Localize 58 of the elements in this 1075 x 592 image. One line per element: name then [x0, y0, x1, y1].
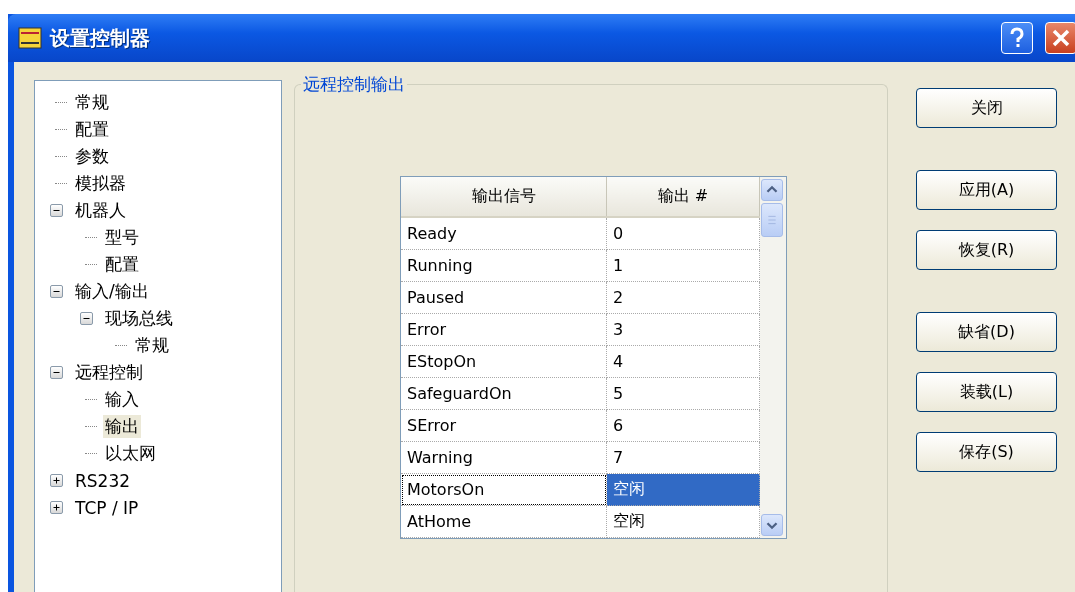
table-cell: SafeguardOn	[401, 377, 607, 410]
scroll-down-button[interactable]	[761, 514, 783, 536]
tree-item[interactable]: 参数	[73, 145, 111, 168]
table-cell: 空闲	[606, 505, 760, 538]
column-header[interactable]: 输出信号	[401, 177, 607, 217]
tree-item[interactable]: 配置	[103, 253, 141, 276]
tree-item[interactable]: 型号	[103, 226, 141, 249]
tree-item[interactable]: 以太网	[103, 442, 158, 465]
tree-item[interactable]: 输入/输出	[73, 280, 151, 303]
tree-item[interactable]: TCP / IP	[73, 497, 141, 518]
collapse-icon[interactable]	[50, 366, 63, 379]
tree-item[interactable]: 输入	[103, 388, 141, 411]
tree-item[interactable]: RS232	[73, 470, 133, 491]
table-cell: 5	[606, 377, 760, 410]
window-title: 设置控制器	[50, 24, 151, 52]
collapse-icon[interactable]	[50, 285, 63, 298]
table-cell: 0	[606, 217, 760, 250]
tree-item[interactable]: 配置	[73, 118, 111, 141]
table-cell: Ready	[401, 217, 607, 250]
table-cell: 7	[606, 441, 760, 474]
close-button[interactable]	[1045, 22, 1075, 54]
dialog-button[interactable]: 装载(L)	[916, 372, 1057, 412]
app-icon	[18, 27, 42, 49]
scroll-up-button[interactable]	[761, 179, 783, 201]
tree-item[interactable]: 机器人	[73, 199, 128, 222]
table-cell: 2	[606, 281, 760, 314]
table-cell: 3	[606, 313, 760, 346]
table-cell: Paused	[401, 281, 607, 314]
dialog-button[interactable]: 关闭	[916, 88, 1057, 128]
expand-icon[interactable]	[50, 501, 63, 514]
table-cell: 6	[606, 409, 760, 442]
table-cell: SError	[401, 409, 607, 442]
tree-item[interactable]: 远程控制	[73, 361, 145, 384]
collapse-icon[interactable]	[80, 312, 93, 325]
table-cell: Error	[401, 313, 607, 346]
column-header[interactable]: 输出 #	[606, 177, 760, 217]
tree-item[interactable]: 输出	[103, 415, 141, 438]
table-cell: AtHome	[401, 505, 607, 538]
group-title: 远程控制输出	[301, 73, 407, 96]
table-cell: EStopOn	[401, 345, 607, 378]
table-cell: 4	[606, 345, 760, 378]
dialog-button[interactable]: 缺省(D)	[916, 312, 1057, 352]
table-cell: Running	[401, 249, 607, 282]
dialog-button[interactable]: 恢复(R)	[916, 230, 1057, 270]
expand-icon[interactable]	[50, 474, 63, 487]
help-button[interactable]	[1001, 22, 1033, 54]
scrollbar-thumb[interactable]	[761, 203, 783, 237]
collapse-icon[interactable]	[50, 204, 63, 217]
table-cell: Warning	[401, 441, 607, 474]
tree-item[interactable]: 模拟器	[73, 172, 128, 195]
dialog-button[interactable]: 应用(A)	[916, 170, 1057, 210]
dialog-button[interactable]: 保存(S)	[916, 432, 1057, 472]
table-cell: 1	[606, 249, 760, 282]
table-cell: MotorsOn	[401, 473, 607, 506]
tree-item[interactable]: 常规	[133, 334, 171, 357]
tree-item[interactable]: 现场总线	[103, 307, 175, 330]
tree-item[interactable]: 常规	[73, 91, 111, 114]
table-cell: 空闲	[606, 473, 760, 506]
